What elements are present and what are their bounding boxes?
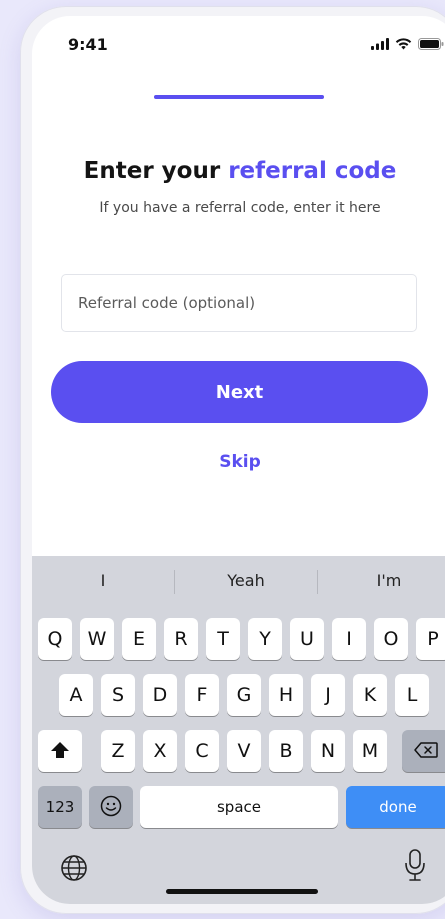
backspace-key[interactable]	[402, 730, 445, 772]
status-icons	[371, 38, 444, 50]
suggestion-item[interactable]: I'm	[318, 556, 445, 606]
backspace-icon	[414, 742, 438, 758]
key-g[interactable]: G	[227, 674, 261, 716]
suggestion-item[interactable]: I	[32, 556, 174, 606]
status-time: 9:41	[68, 35, 108, 54]
key-e[interactable]: E	[122, 618, 156, 660]
key-j[interactable]: J	[311, 674, 345, 716]
space-key[interactable]: space	[140, 786, 338, 828]
key-m[interactable]: M	[353, 730, 387, 772]
page-title: Enter your referral code	[32, 158, 445, 184]
key-v[interactable]: V	[227, 730, 261, 772]
battery-icon	[418, 38, 444, 50]
home-indicator[interactable]	[166, 889, 318, 894]
key-t[interactable]: T	[206, 618, 240, 660]
cellular-signal-icon	[371, 38, 389, 50]
key-a[interactable]: A	[59, 674, 93, 716]
key-q[interactable]: Q	[38, 618, 72, 660]
key-c[interactable]: C	[185, 730, 219, 772]
key-d[interactable]: D	[143, 674, 177, 716]
key-u[interactable]: U	[290, 618, 324, 660]
key-n[interactable]: N	[311, 730, 345, 772]
title-prefix: Enter your	[83, 158, 221, 184]
key-x[interactable]: X	[143, 730, 177, 772]
emoji-key[interactable]	[89, 786, 133, 828]
onboarding-progress-bar	[154, 95, 324, 99]
phone-screen: 9:41 Enter your referral code If you hav…	[32, 16, 445, 904]
key-y[interactable]: Y	[248, 618, 282, 660]
key-z[interactable]: Z	[101, 730, 135, 772]
referral-code-input[interactable]	[61, 274, 417, 332]
title-accent: referral code	[228, 158, 397, 184]
key-f[interactable]: F	[185, 674, 219, 716]
done-key[interactable]: done	[346, 786, 445, 828]
microphone-icon[interactable]	[404, 849, 426, 881]
key-l[interactable]: L	[395, 674, 429, 716]
key-k[interactable]: K	[353, 674, 387, 716]
key-i[interactable]: I	[332, 618, 366, 660]
shift-key[interactable]	[38, 730, 82, 772]
key-p[interactable]: P	[416, 618, 445, 660]
wifi-icon	[395, 38, 412, 50]
skip-button[interactable]: Skip	[32, 452, 445, 472]
suggestion-bar: I Yeah I'm	[32, 556, 445, 606]
key-w[interactable]: W	[80, 618, 114, 660]
suggestion-item[interactable]: Yeah	[175, 556, 317, 606]
globe-icon[interactable]	[60, 854, 88, 882]
key-r[interactable]: R	[164, 618, 198, 660]
on-screen-keyboard: I Yeah I'm Q W E R T Y U I O P A S D F G…	[32, 556, 445, 904]
page-subtitle: If you have a referral code, enter it he…	[99, 200, 381, 216]
key-h[interactable]: H	[269, 674, 303, 716]
key-s[interactable]: S	[101, 674, 135, 716]
progress-fill	[154, 95, 324, 99]
next-button[interactable]: Next	[51, 361, 428, 423]
emoji-icon	[100, 795, 122, 817]
key-b[interactable]: B	[269, 730, 303, 772]
key-o[interactable]: O	[374, 618, 408, 660]
numbers-key[interactable]: 123	[38, 786, 82, 828]
shift-icon	[51, 742, 69, 758]
